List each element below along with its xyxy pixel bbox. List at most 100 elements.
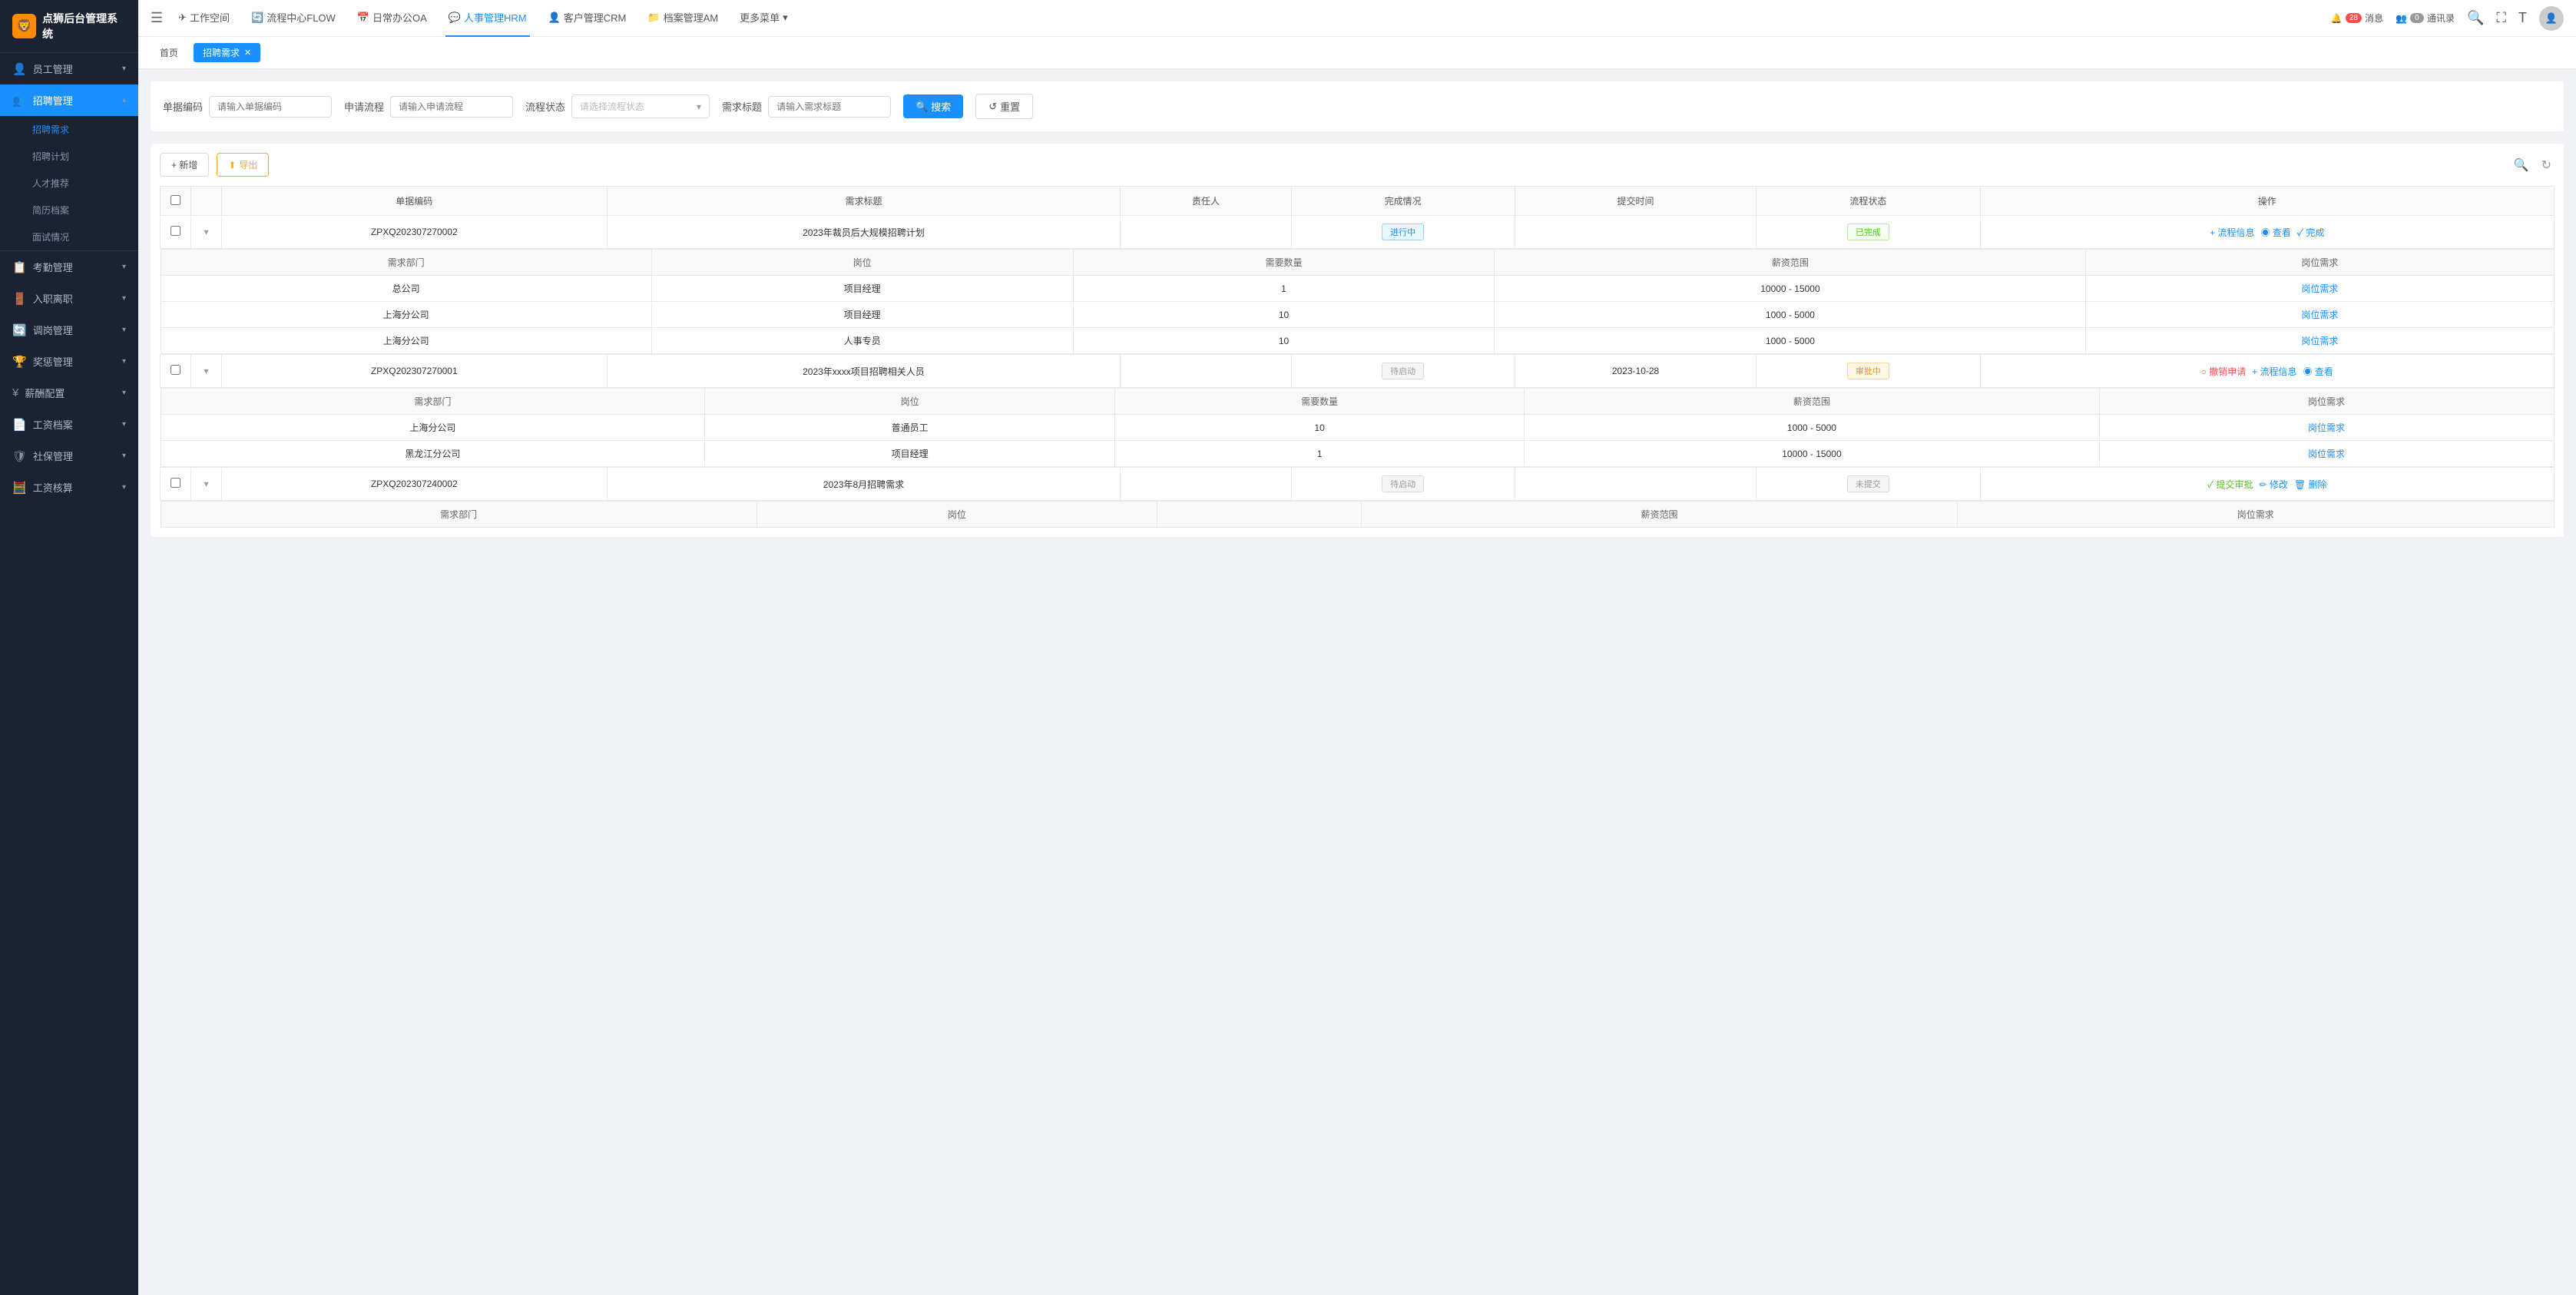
table-search-icon[interactable]: 🔍	[2511, 154, 2532, 176]
add-button[interactable]: + 新增	[160, 153, 209, 177]
flow-status-select[interactable]: 请选择流程状态 ▾	[571, 94, 710, 118]
tab-close-icon[interactable]: ✕	[244, 48, 251, 58]
search-btn[interactable]: 🔍	[2467, 10, 2484, 26]
pos-req-link[interactable]: 岗位需求	[2308, 449, 2345, 459]
cell-demand-title: 2023年8月招聘需求	[607, 468, 1121, 501]
sidebar-item-attendance[interactable]: 📋 考勤管理 ▾	[0, 251, 138, 283]
sidebar-item-transfer[interactable]: 🔄 调岗管理 ▾	[0, 314, 138, 346]
row-checkbox[interactable]	[171, 478, 180, 488]
payroll-icon: 🧮	[12, 481, 27, 495]
user-avatar[interactable]: 👤	[2539, 6, 2564, 31]
oa-icon: 📅	[357, 12, 369, 24]
chevron-down-icon-9: ▾	[122, 483, 126, 492]
chevron-down-icon-2: ▾	[122, 263, 126, 271]
sub-col-salary: 薪资范围	[1495, 250, 2086, 276]
communication-btn[interactable]: 👥 0 通讯录	[2396, 12, 2455, 25]
chevron-down-icon: ▾	[122, 65, 126, 73]
main-table: 单据编码 需求标题 责任人 完成情况 提交时间 流程状态 操作 ▾ ZPXQ20…	[160, 186, 2554, 528]
expand-icon[interactable]: ▾	[204, 227, 208, 237]
sub-table-row: 黑龙江分公司 项目经理 1 10000 - 15000 岗位需求	[161, 441, 2554, 467]
row-checkbox-cell	[161, 216, 191, 249]
action-link[interactable]: ◉ 查看	[2261, 227, 2291, 238]
sidebar-item-payroll[interactable]: 🧮 工资核算 ▾	[0, 472, 138, 503]
row-checkbox-cell	[161, 468, 191, 501]
sub-cell-salary: 10000 - 15000	[1525, 441, 2099, 467]
action-link[interactable]: ✏ 修改	[2260, 479, 2288, 490]
select-chevron-icon: ▾	[697, 101, 701, 112]
main-area: ☰ ✈ 工作空间 🔄 流程中心FLOW 📅 日常办公OA 💬 人事管理HRM 👤…	[138, 0, 2576, 1295]
apply-flow-input[interactable]	[390, 96, 513, 118]
action-link[interactable]: ✓ 完成	[2297, 227, 2325, 238]
breadcrumb-current[interactable]: 招聘需求 ✕	[194, 43, 260, 62]
row-checkbox[interactable]	[171, 226, 180, 236]
action-link[interactable]: + 流程信息	[2252, 366, 2296, 377]
topnav-item-hrm[interactable]: 💬 人事管理HRM	[445, 0, 530, 37]
row-checkbox[interactable]	[171, 365, 180, 375]
expand-cell: ▾	[191, 216, 222, 249]
row-checkbox-cell	[161, 355, 191, 388]
sub-cell-dept: 上海分公司	[161, 328, 651, 354]
table-toolbar: + 新增 ⬆ 导出 🔍 ↻	[160, 153, 2554, 177]
topnav-item-workspace[interactable]: ✈ 工作空间	[175, 0, 233, 37]
search-button[interactable]: 🔍 搜索	[903, 94, 963, 118]
bell-icon: 🔔	[2331, 13, 2343, 24]
hamburger-menu[interactable]: ☰	[151, 10, 163, 26]
topnav-item-am[interactable]: 📁 档案管理AM	[644, 0, 721, 37]
export-button[interactable]: ⬆ 导出	[217, 153, 269, 177]
sidebar-item-salary-file[interactable]: 📄 工资档案 ▾	[0, 409, 138, 440]
expand-icon[interactable]: ▾	[204, 479, 208, 489]
action-link[interactable]: + 流程信息	[2210, 227, 2254, 238]
flow-status-badge: 已完成	[1847, 224, 1889, 240]
chevron-down-icon-8: ▾	[122, 452, 126, 460]
table-refresh-icon[interactable]: ↻	[2538, 154, 2554, 176]
sub-cell-dept: 黑龙江分公司	[161, 441, 705, 467]
sidebar-sub-item-resume[interactable]: 简历档案	[0, 197, 138, 224]
sidebar-item-label-employee: 员工管理	[33, 61, 73, 76]
topnav-item-flow[interactable]: 🔄 流程中心FLOW	[248, 0, 339, 37]
topnav-item-oa[interactable]: 📅 日常办公OA	[354, 0, 430, 37]
content-area: 单据编码 申请流程 流程状态 请选择流程状态 ▾ 需求标题 🔍 搜索	[138, 69, 2576, 1295]
expand-header	[191, 187, 222, 216]
breadcrumb-home[interactable]: 首页	[151, 43, 187, 62]
flow-status-badge: 审批中	[1847, 363, 1889, 379]
sidebar-item-recruit[interactable]: 👥 招聘管理 ▴	[0, 84, 138, 116]
sidebar-sub-item-talent[interactable]: 人才推荐	[0, 170, 138, 197]
pos-req-link[interactable]: 岗位需求	[2301, 283, 2338, 294]
sidebar-item-label-recruit: 招聘管理	[33, 93, 73, 108]
sub-col-dept-last: 需求部门	[161, 502, 757, 528]
select-all-checkbox[interactable]	[171, 195, 180, 205]
pos-req-link[interactable]: 岗位需求	[2301, 310, 2338, 320]
action-link[interactable]: 🗑 删除	[2294, 479, 2327, 490]
sidebar-item-salary-config[interactable]: ¥ 薪酬配置 ▾	[0, 377, 138, 409]
col-actions: 操作	[1980, 187, 2554, 216]
reset-button[interactable]: ↺ 重置	[975, 94, 1033, 119]
sidebar-item-onboarding[interactable]: 🚪 入职离职 ▾	[0, 283, 138, 314]
sidebar-sub-item-plan[interactable]: 招聘计划	[0, 143, 138, 170]
sidebar-item-employee[interactable]: 👤 员工管理 ▾	[0, 53, 138, 84]
action-link[interactable]: ◉ 查看	[2303, 366, 2333, 377]
topnav-item-crm[interactable]: 👤 客户管理CRM	[545, 0, 630, 37]
action-link[interactable]: ○ 撤销申请	[2201, 366, 2247, 377]
font-size-btn[interactable]: T	[2518, 10, 2527, 26]
sidebar-item-rewards[interactable]: 🏆 奖惩管理 ▾	[0, 346, 138, 377]
action-link[interactable]: ✓ 提交审批	[2207, 479, 2253, 490]
col-submit-time: 提交时间	[1515, 187, 1757, 216]
sub-cell-req: 岗位需求	[2086, 302, 2554, 328]
col-demand-title: 需求标题	[607, 187, 1121, 216]
sub-col-req-last: 岗位需求	[1958, 502, 2554, 528]
form-code-input[interactable]	[209, 96, 332, 118]
topnav-item-more[interactable]: 更多菜单 ▾	[737, 0, 791, 37]
pos-req-link[interactable]: 岗位需求	[2308, 422, 2345, 433]
fullscreen-btn[interactable]: ⛶	[2496, 10, 2506, 26]
pos-req-link[interactable]: 岗位需求	[2301, 336, 2338, 346]
expand-icon[interactable]: ▾	[204, 366, 208, 376]
sub-cell-count: 10	[1073, 328, 1495, 354]
salary-file-icon: 📄	[12, 418, 27, 432]
col-completion: 完成情况	[1291, 187, 1515, 216]
demand-title-input[interactable]	[768, 96, 891, 118]
notification-btn[interactable]: 🔔 28 消息	[2331, 12, 2383, 25]
sidebar-sub-item-demand[interactable]: 招聘需求	[0, 116, 138, 143]
sidebar-item-social-security[interactable]: 🛡 社保管理 ▾	[0, 440, 138, 472]
cell-responsible	[1121, 468, 1291, 501]
sidebar-sub-item-interview[interactable]: 面试情况	[0, 224, 138, 250]
